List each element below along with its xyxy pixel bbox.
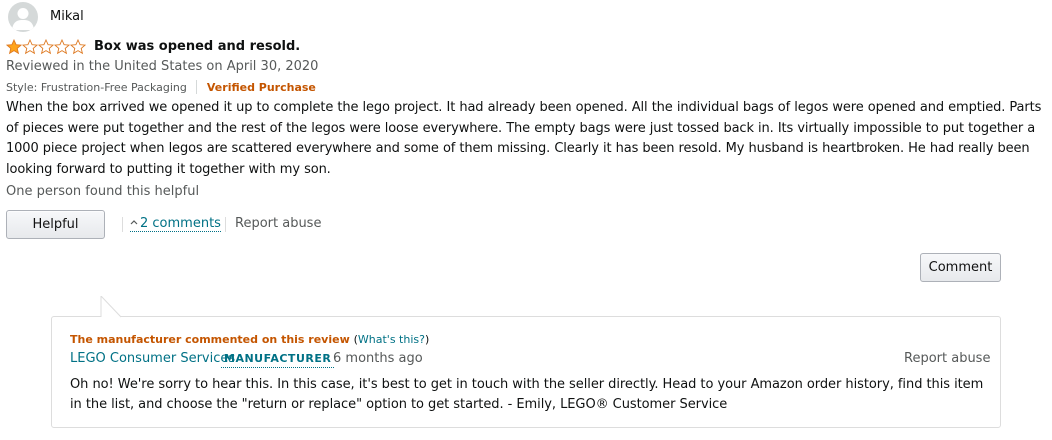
chevron-up-icon: [130, 220, 138, 225]
style-line: Style: Frustration-Free Packaging Verifi…: [6, 80, 316, 94]
review-title[interactable]: Box was opened and resold.: [94, 39, 300, 54]
star-empty-icon: [38, 39, 54, 55]
manufacturer-heading-text: The manufacturer commented on this revie…: [70, 333, 350, 346]
star-empty-icon: [70, 39, 86, 55]
star-empty-icon: [22, 39, 38, 55]
manufacturer-comment-body: Oh no! We're sorry to hear this. In this…: [70, 377, 984, 412]
comments-label: 2 comments: [140, 216, 221, 231]
user-silhouette-icon: [12, 8, 34, 30]
avatar: [8, 2, 38, 32]
divider: [195, 80, 197, 94]
whats-this-link[interactable]: What's this?: [358, 333, 425, 346]
speech-pointer: [100, 296, 122, 318]
manufacturer-comment-time: 6 months ago: [333, 351, 423, 366]
manufacturer-report-abuse-link[interactable]: Report abuse: [904, 351, 990, 366]
verified-purchase-badge: Verified Purchase: [206, 80, 316, 94]
manufacturer-name-link[interactable]: LEGO Consumer Services: [70, 351, 235, 366]
helpful-count: One person found this helpful: [6, 184, 200, 199]
star-filled-icon: [6, 39, 22, 55]
divider: [225, 217, 226, 232]
style-label[interactable]: Style: Frustration-Free Packaging: [6, 81, 187, 94]
reviewer-name[interactable]: Mikal: [50, 9, 84, 24]
review-body: When the box arrived we opened it up to …: [6, 100, 1042, 177]
report-abuse-link[interactable]: Report abuse: [235, 216, 321, 231]
star-empty-icon: [54, 39, 70, 55]
manufacturer-badge[interactable]: MANUFACTURER: [221, 351, 335, 368]
divider: [122, 217, 123, 232]
review-date: Reviewed in the United States on April 3…: [6, 59, 319, 74]
paren-close: ): [424, 333, 430, 346]
helpful-button[interactable]: Helpful: [6, 210, 105, 239]
comments-toggle-link[interactable]: 2 comments: [130, 216, 221, 232]
comment-button[interactable]: Comment: [920, 253, 1001, 282]
manufacturer-comment-heading: The manufacturer commented on this revie…: [70, 333, 429, 346]
star-rating: [6, 39, 86, 55]
